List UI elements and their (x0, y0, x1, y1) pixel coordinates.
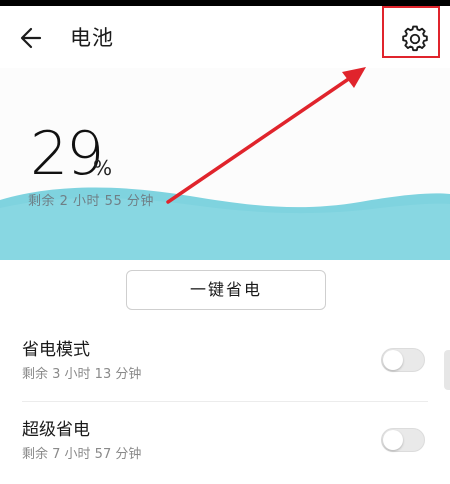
toggle-knob (383, 430, 403, 450)
ultra-power-saving-row[interactable]: 超级省电 剩余 7 小时 57 分钟 (0, 406, 450, 484)
gear-icon (402, 25, 428, 52)
ultra-power-saving-toggle[interactable] (381, 428, 425, 452)
battery-status-panel: 29 % 剩余 2 小时 55 分钟 (0, 68, 450, 260)
one-click-save-button[interactable]: 一键省电 (126, 270, 326, 310)
row-title: 超级省电 (22, 420, 90, 440)
settings-button[interactable] (398, 22, 432, 56)
row-title: 省电模式 (22, 340, 90, 360)
back-arrow-icon (20, 27, 42, 49)
battery-wave (0, 187, 450, 260)
divider (22, 401, 428, 402)
edge-handle (444, 350, 450, 390)
battery-percent-unit: % (93, 156, 113, 180)
battery-remaining-time: 剩余 2 小时 55 分钟 (28, 194, 154, 209)
battery-screen: 电池 29 % 剩余 2 小时 55 分钟 一键省电 省电模式 剩余 3 小时 … (0, 0, 450, 484)
page-title: 电池 (70, 26, 114, 50)
power-saving-mode-row[interactable]: 省电模式 剩余 3 小时 13 分钟 (0, 326, 450, 406)
battery-percent: 29 (30, 119, 104, 189)
row-subtitle: 剩余 3 小时 13 分钟 (22, 367, 142, 382)
row-subtitle: 剩余 7 小时 57 分钟 (22, 447, 142, 462)
app-header: 电池 (0, 6, 450, 68)
power-saving-toggle[interactable] (381, 348, 425, 372)
toggle-knob (383, 350, 403, 370)
back-button[interactable] (18, 22, 50, 54)
